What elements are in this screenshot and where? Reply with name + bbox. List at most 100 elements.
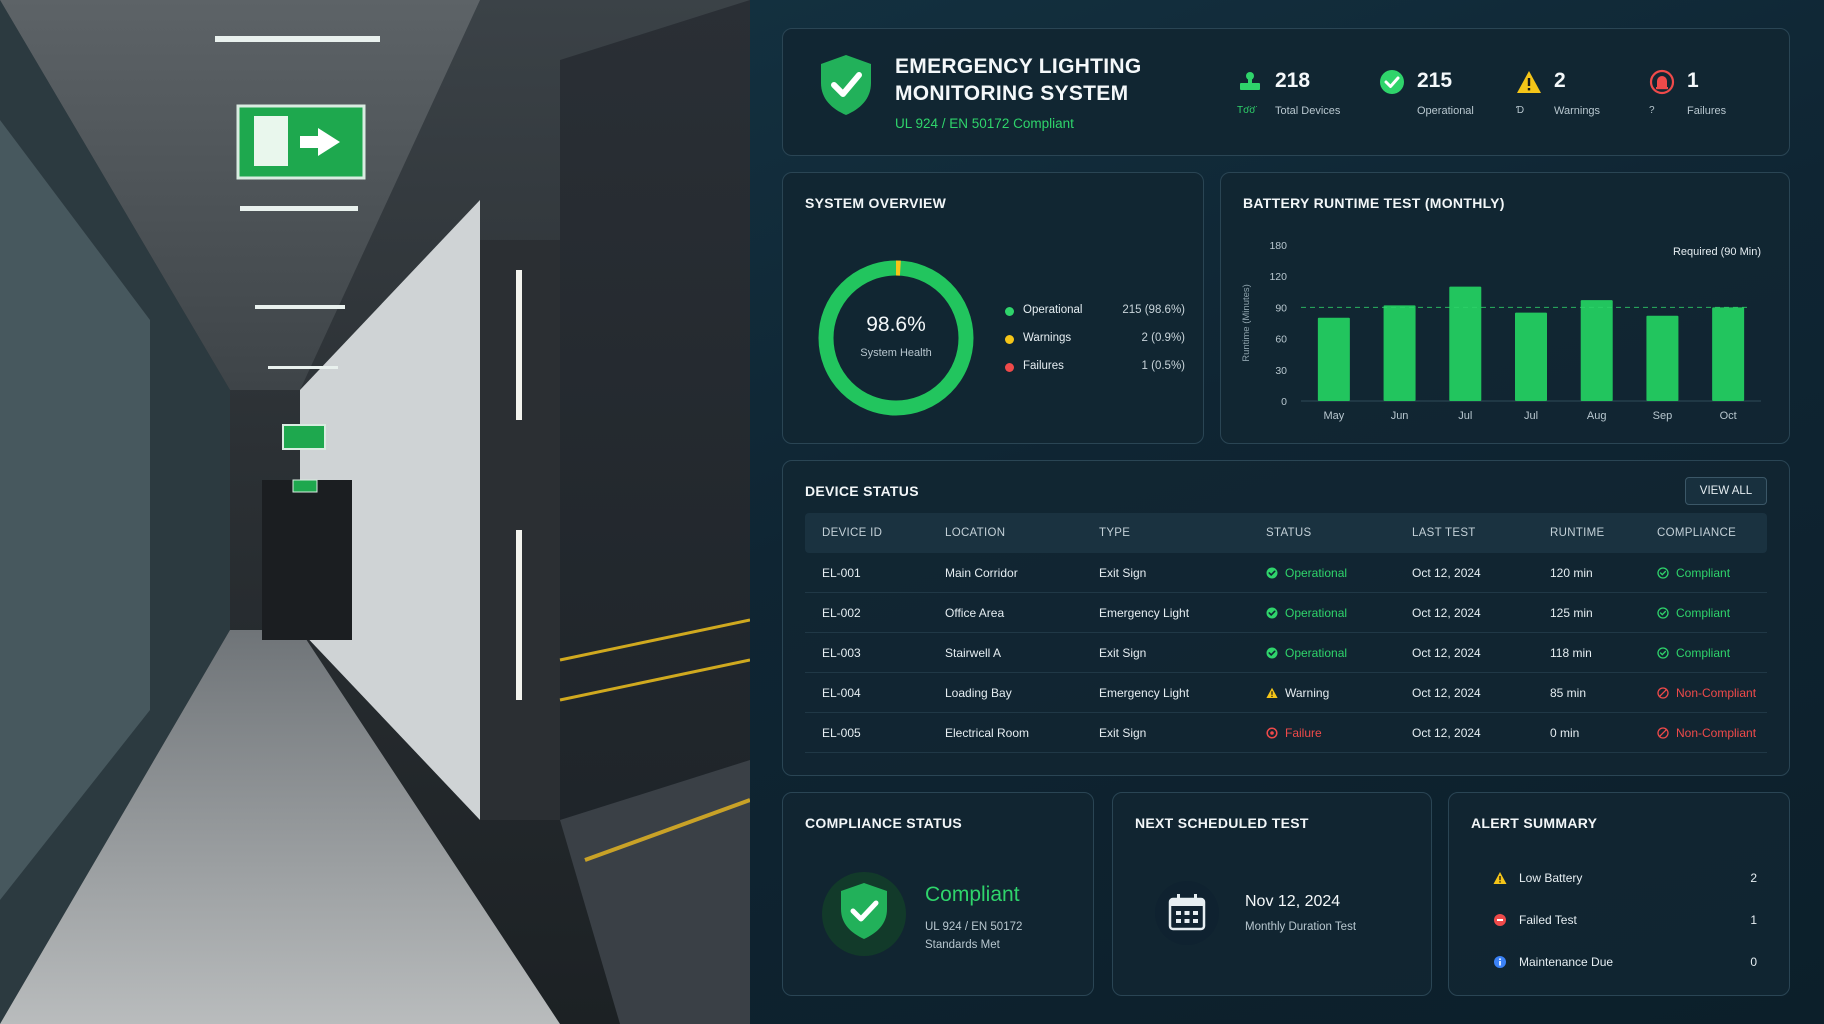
stat-total-devices-value: 218 [1275, 69, 1311, 92]
check-circle-icon [1380, 70, 1404, 94]
cell-device-id: EL-002 [822, 606, 861, 620]
dashboard: EMERGENCY LIGHTING MONITORING SYSTEM UL … [750, 0, 1824, 1024]
info-icon [1494, 956, 1506, 968]
col-runtime[interactable]: RUNTIME [1550, 527, 1605, 539]
stat-warnings-value: 2 [1554, 69, 1566, 92]
health-value: 98.6% [866, 313, 926, 336]
cell-status-text: Failure [1285, 726, 1322, 740]
cell-location: Electrical Room [945, 726, 1030, 740]
cell-runtime: 0 min [1550, 726, 1580, 740]
col-device-id[interactable]: DEVICE ID [822, 527, 882, 539]
legend-value: 215 (98.6%) [1122, 304, 1185, 316]
stat-warnings-label: Warnings [1554, 105, 1601, 117]
col-last-test[interactable]: LAST TEST [1412, 527, 1476, 539]
chart-bar[interactable] [1712, 307, 1745, 401]
alert-count: 1 [1750, 913, 1757, 927]
chart-bar[interactable] [1515, 312, 1547, 401]
alert-count: 0 [1750, 955, 1757, 969]
legend-name: Warnings [1023, 332, 1072, 344]
compliance-shield-icon [822, 872, 906, 956]
battery-runtime-chart: 0 30 60 90 120 180 Runtime (Minutes) May Jun Jul J… [1241, 240, 1761, 422]
view-all-button[interactable]: VIEW ALL [1685, 477, 1767, 505]
x-tick-label: Jul [1524, 410, 1538, 422]
chart-bar[interactable] [1580, 300, 1613, 401]
col-type[interactable]: TYPE [1099, 527, 1130, 539]
y-tick-label: 180 [1269, 240, 1287, 252]
devices-icon [1240, 72, 1260, 90]
x-tick-label: Jul [1458, 410, 1472, 422]
chart-bar[interactable] [1449, 286, 1482, 401]
stat-failures-label: Failures [1687, 105, 1727, 117]
col-status[interactable]: STATUS [1266, 527, 1311, 539]
table-row[interactable]: EL-002 Office Area Emergency Light Operatio… [805, 593, 1767, 633]
check-outline-icon [1657, 607, 1669, 619]
system-overview-panel: SYSTEM OVERVIEW 98.6% System Health Oper… [782, 172, 1204, 444]
cell-status-text: Warning [1285, 686, 1330, 700]
cell-device-id: EL-001 [822, 566, 861, 580]
alert-low-battery[interactable]: Low Battery 2 [1493, 869, 1757, 889]
cell-device-id: EL-004 [822, 686, 861, 700]
cell-location: Loading Bay [945, 686, 1012, 700]
cell-location: Office Area [945, 606, 1005, 620]
cell-type: Emergency Light [1099, 606, 1190, 620]
table-row[interactable]: EL-001 Main Corridor Exit Sign Operational O… [805, 553, 1767, 593]
x-tick-label: Sep [1653, 410, 1673, 422]
cell-compliance-text: Non-Compliant [1676, 686, 1757, 700]
check-outline-icon [1657, 567, 1669, 579]
check-circle-icon [1266, 607, 1278, 619]
warning-icon [1517, 71, 1541, 93]
blocked-icon [1657, 687, 1669, 699]
legend-name: Failures [1023, 360, 1064, 372]
col-compliance[interactable]: COMPLIANCE [1657, 527, 1736, 539]
cell-last-test: Oct 12, 2024 [1412, 726, 1481, 740]
y-tick-label: 90 [1275, 302, 1287, 314]
calendar-icon [1155, 881, 1219, 945]
stat-operational-label: Operational [1417, 105, 1474, 117]
alert-summary-title: ALERT SUMMARY [1471, 815, 1598, 831]
table-row[interactable]: EL-005 Electrical Room Exit Sign Failure Oct… [805, 713, 1767, 753]
error-dot-icon [1494, 914, 1506, 926]
app-title-line1: EMERGENCY LIGHTING [895, 55, 1142, 78]
alert-failed-test[interactable]: Failed Test 1 [1493, 911, 1757, 931]
chart-bar[interactable] [1646, 315, 1679, 401]
x-tick-label: May [1323, 410, 1344, 422]
y-tick-label: 30 [1275, 365, 1287, 377]
x-tick-label: Oct [1720, 410, 1737, 422]
chart-bar[interactable] [1383, 305, 1416, 401]
cell-location: Stairwell A [945, 646, 1002, 660]
y-tick-label: 0 [1281, 396, 1287, 408]
cell-last-test: Oct 12, 2024 [1412, 606, 1481, 620]
alarm-icon [1649, 69, 1675, 95]
app-title-line2: MONITORING SYSTEM [895, 82, 1129, 105]
cell-runtime: 85 min [1550, 686, 1587, 700]
legend-value: 2 (0.9%) [1141, 332, 1185, 344]
x-tick-label: Jun [1391, 410, 1409, 422]
alert-maintenance-due[interactable]: Maintenance Due 0 [1493, 953, 1757, 973]
stat-total-devices-mini: Tσ̈σ̈ [1237, 105, 1256, 116]
device-status-panel: DEVICE STATUS VIEW ALL DEVICE ID LOCATIO… [782, 460, 1790, 776]
legend-name: Operational [1023, 304, 1083, 316]
table-row[interactable]: EL-004 Loading Bay Emergency Light Warning O… [805, 673, 1767, 713]
table-row[interactable]: EL-003 Stairwell A Exit Sign Operational Oct… [805, 633, 1767, 673]
legend-dot [1005, 335, 1014, 344]
cell-compliance-text: Non-Compliant [1676, 726, 1757, 740]
cell-status: Operational [1266, 606, 1347, 620]
cell-type: Emergency Light [1099, 686, 1190, 700]
col-location[interactable]: LOCATION [945, 527, 1005, 539]
device-status-title: DEVICE STATUS [805, 483, 919, 499]
shield-check-icon [821, 55, 871, 115]
cell-compliance: Non-Compliant [1657, 726, 1756, 740]
cell-type: Exit Sign [1099, 646, 1147, 660]
corridor-illustration [0, 0, 750, 1024]
legend-operational: Operational 215 (98.6%) [1005, 304, 1185, 332]
alert-name: Low Battery [1519, 871, 1583, 885]
compliance-standards-met: Standards Met [925, 939, 1000, 951]
check-circle-icon [1266, 567, 1278, 579]
app-title: EMERGENCY LIGHTING MONITORING SYSTEM [895, 53, 1195, 107]
chart-bar[interactable] [1317, 317, 1350, 401]
check-circle-icon [1266, 647, 1278, 659]
error-circle-icon [1266, 727, 1278, 739]
cell-last-test: Oct 12, 2024 [1412, 646, 1481, 660]
compliance-title: COMPLIANCE STATUS [805, 815, 963, 831]
legend-dot [1005, 307, 1014, 316]
